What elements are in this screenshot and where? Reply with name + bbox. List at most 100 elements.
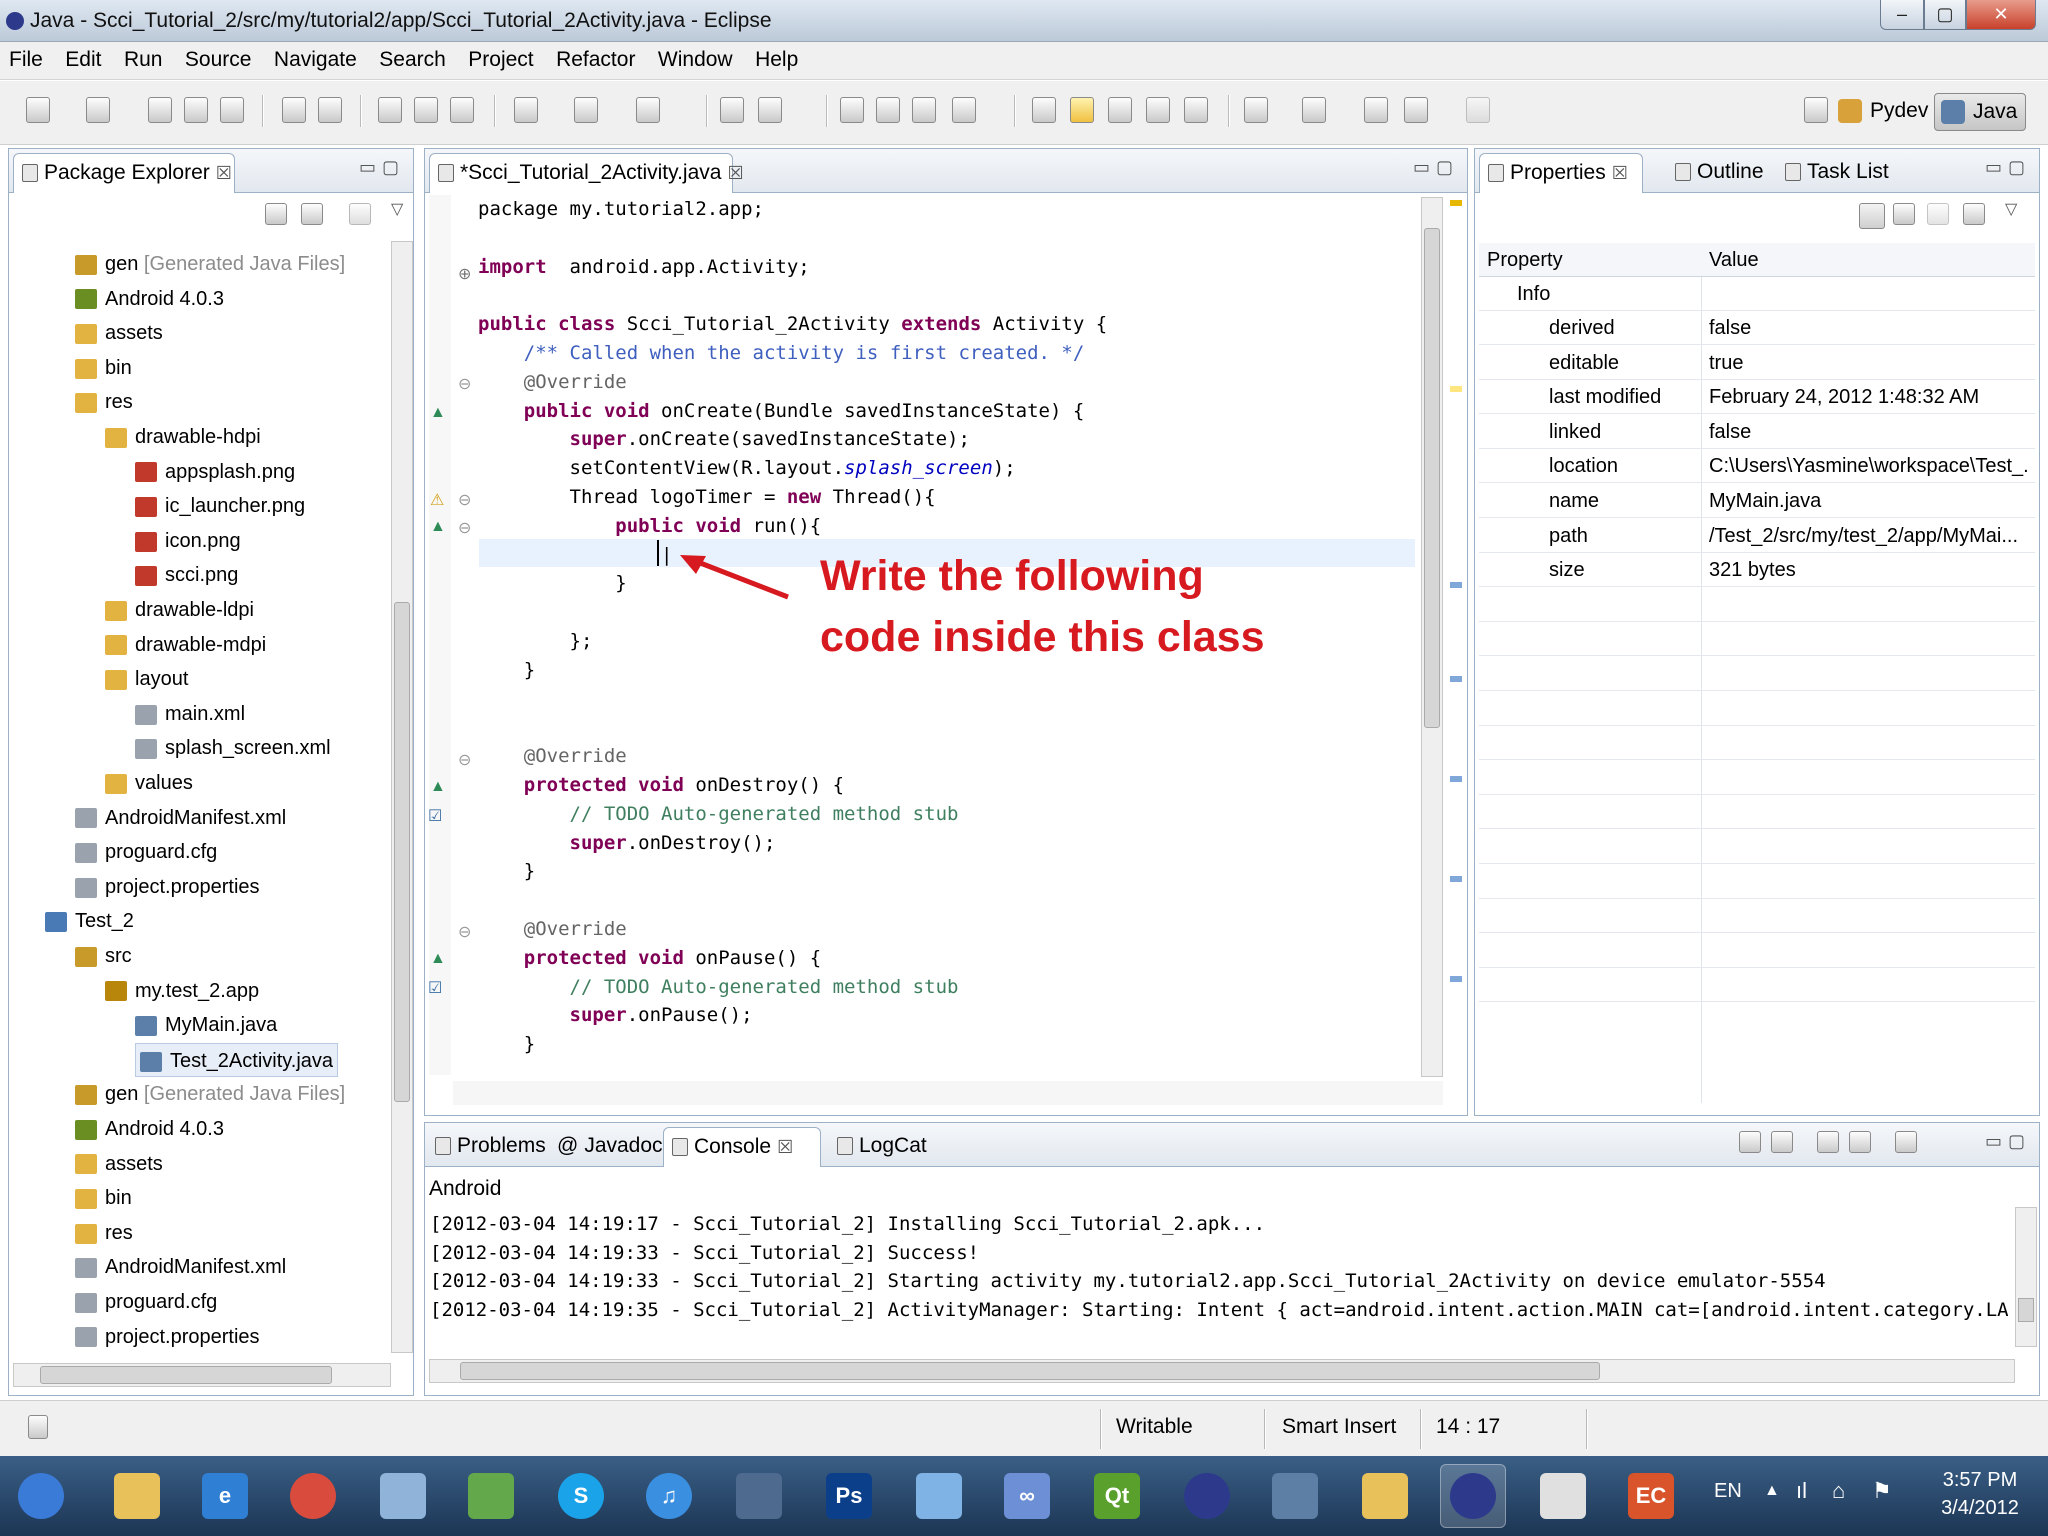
tree-item[interactable]: scci.png	[135, 558, 238, 592]
taskbar-start-orb-icon[interactable]	[8, 1464, 74, 1528]
mark-occurrences-icon[interactable]	[1070, 97, 1094, 123]
property-row[interactable]: size 321 bytes	[1479, 553, 2035, 588]
taskbar-chrome-icon[interactable]	[280, 1464, 346, 1528]
view-menu-icon[interactable]	[349, 203, 371, 225]
tree-item[interactable]: layout	[105, 662, 188, 696]
close-icon[interactable]: ☒	[216, 163, 232, 183]
info-group-row[interactable]: Info	[1479, 277, 2035, 311]
editor-vertical-scrollbar[interactable]	[1421, 197, 1443, 1077]
code-line[interactable]: import android.app.Activity;	[478, 253, 810, 281]
tree-item[interactable]: gen [Generated Java Files]	[75, 247, 345, 281]
menu-edit[interactable]: Edit	[56, 42, 110, 78]
tab-problems[interactable]: Problems	[427, 1127, 554, 1167]
warning-marker-icon[interactable]: ⚠	[430, 490, 444, 510]
taskbar-internet-explorer-icon[interactable]: e	[192, 1464, 258, 1528]
taskbar-eclipse-2-icon[interactable]	[1440, 1464, 1506, 1528]
signal-icon[interactable]: ıl	[1796, 1478, 1807, 1504]
taskbar-photoshop-icon[interactable]: Ps	[816, 1464, 882, 1528]
tree-item[interactable]: MyMain.java	[135, 1008, 277, 1042]
power-icon[interactable]: ⌂	[1832, 1478, 1845, 1504]
taskbar-folder-app-icon[interactable]	[1352, 1464, 1418, 1528]
taskbar-image-viewer-icon[interactable]	[906, 1464, 972, 1528]
overview-mark[interactable]	[1450, 582, 1462, 588]
taskbar-clock-app-icon[interactable]	[726, 1464, 792, 1528]
menu-project[interactable]: Project	[459, 42, 542, 78]
taskbar-skype-icon[interactable]: S	[548, 1464, 614, 1528]
tree-item[interactable]: proguard.cfg	[75, 835, 217, 869]
tree-item[interactable]: drawable-hdpi	[105, 420, 261, 454]
close-icon[interactable]: ☒	[1612, 163, 1628, 183]
open-resource-icon[interactable]	[912, 97, 936, 123]
code-line[interactable]: }	[478, 656, 535, 684]
property-row[interactable]: editable true	[1479, 346, 2035, 380]
code-line[interactable]: }	[478, 857, 535, 885]
close-button[interactable]: ✕	[1966, 0, 2036, 30]
show-advanced-icon[interactable]	[1893, 203, 1915, 225]
overview-mark[interactable]	[1450, 876, 1462, 882]
menu-file[interactable]: File	[0, 42, 52, 78]
menu-search[interactable]: Search	[370, 42, 455, 78]
task-marker-icon[interactable]: ☑	[428, 978, 442, 998]
chevron-down-icon[interactable]: ▽	[391, 199, 403, 219]
property-row[interactable]: name MyMain.java	[1479, 484, 2035, 518]
pilcrow-icon[interactable]	[1184, 97, 1208, 123]
tree-item[interactable]: AndroidManifest.xml	[75, 1250, 286, 1284]
open-type-icon[interactable]	[840, 97, 864, 123]
tree-item[interactable]: bin	[75, 351, 132, 385]
tab-logcat[interactable]: LogCat	[829, 1127, 935, 1167]
new-android-xml-icon[interactable]	[450, 97, 474, 123]
fold-collapse-icon[interactable]: ⊖	[458, 750, 471, 770]
code-line[interactable]: Thread logoTimer = new Thread(){	[478, 483, 936, 511]
show-categories-icon[interactable]	[1859, 203, 1885, 229]
block-selection-icon[interactable]	[1108, 97, 1132, 123]
tab-task-list[interactable]: Task List	[1777, 153, 1897, 193]
taskbar-safari-icon[interactable]	[370, 1464, 436, 1528]
tree-item[interactable]: ic_launcher.png	[135, 489, 305, 523]
menu-source[interactable]: Source	[176, 42, 261, 78]
code-line[interactable]: protected void onDestroy() {	[478, 771, 844, 799]
taskbar-castle-app-icon[interactable]	[1262, 1464, 1328, 1528]
pin-console-icon[interactable]	[1817, 1131, 1839, 1153]
chevron-down-icon[interactable]: ▽	[2005, 199, 2017, 219]
print-icon[interactable]	[220, 97, 244, 123]
tab-outline[interactable]: Outline	[1667, 153, 1772, 193]
minimize-maximize-icons[interactable]: ▭▢	[1413, 157, 1459, 178]
override-marker-icon[interactable]: ▲	[430, 404, 446, 422]
code-line[interactable]: /** Called when the activity is first cr…	[478, 339, 1085, 367]
save-icon[interactable]	[148, 97, 172, 123]
save-all-icon[interactable]	[184, 97, 208, 123]
collapse-all-icon[interactable]	[265, 203, 287, 225]
code-line[interactable]: super.onPause();	[478, 1001, 753, 1029]
open-perspective-icon[interactable]	[1804, 97, 1828, 123]
new-android-test-icon[interactable]	[414, 97, 438, 123]
clock[interactable]: 3:57 PM 3/4/2012	[1920, 1466, 2040, 1522]
external-tools-icon[interactable]	[636, 97, 660, 123]
tree-item[interactable]: splash_screen.xml	[135, 731, 331, 765]
task-marker-icon[interactable]: ☑	[428, 806, 442, 826]
code-line[interactable]: public void run(){	[478, 512, 821, 540]
tree-item[interactable]: gen [Generated Java Files]	[75, 1077, 345, 1111]
taskbar-qt-icon[interactable]: Qt	[1084, 1464, 1150, 1528]
fast-view-icon[interactable]	[28, 1415, 48, 1439]
tree-item[interactable]: project.properties	[75, 870, 260, 904]
debug-icon[interactable]	[514, 97, 538, 123]
package-explorer-horizontal-scrollbar[interactable]	[13, 1363, 391, 1387]
code-line[interactable]: super.onDestroy();	[478, 829, 776, 857]
overview-mark[interactable]	[1450, 776, 1462, 782]
code-line[interactable]: };	[478, 627, 593, 655]
overview-mark[interactable]	[1450, 200, 1462, 206]
open-task-icon[interactable]	[876, 97, 900, 123]
annotation-icon[interactable]	[1032, 97, 1056, 123]
menu-navigate[interactable]: Navigate	[265, 42, 366, 78]
menu-help[interactable]: Help	[746, 42, 807, 78]
back-icon[interactable]	[1404, 97, 1428, 123]
scroll-lock-icon[interactable]	[1771, 1131, 1793, 1153]
tree-item[interactable]: Test_2	[45, 904, 134, 938]
fold-expand-icon[interactable]: ⊕	[458, 264, 471, 284]
code-line[interactable]: // TODO Auto-generated method stub	[478, 973, 959, 1001]
new-icon[interactable]	[26, 97, 50, 123]
code-line[interactable]: setContentView(R.layout.splash_screen);	[478, 454, 1016, 482]
tree-item[interactable]: bin	[75, 1181, 132, 1215]
code-line[interactable]: @Override	[478, 742, 627, 770]
code-line[interactable]: public class Scci_Tutorial_2Activity ext…	[478, 310, 1107, 338]
